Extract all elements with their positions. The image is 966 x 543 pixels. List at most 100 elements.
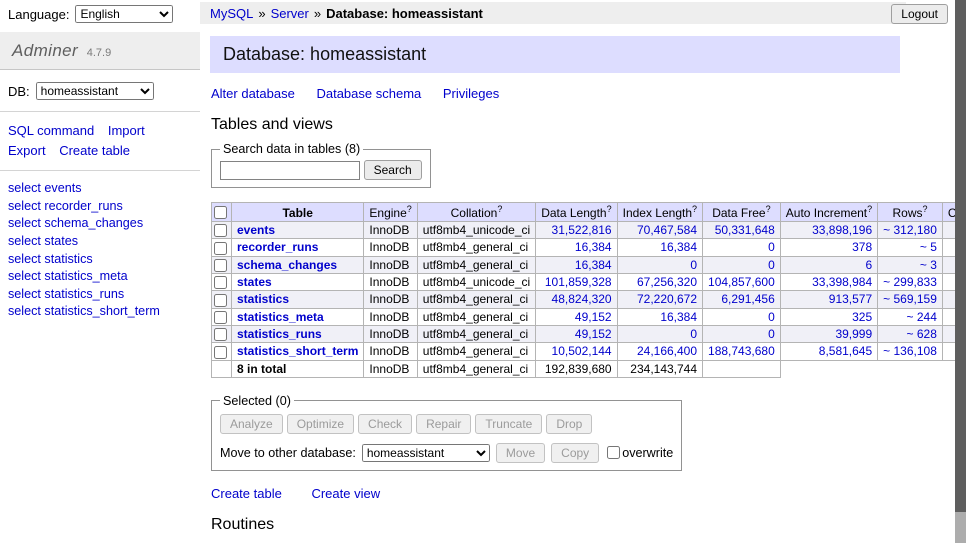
row-checkbox[interactable]: [214, 346, 227, 359]
collation-cell: utf8mb4_general_ci: [417, 343, 535, 360]
total-data-length: 192,839,680: [536, 360, 617, 377]
rows-cell: ~ 628: [878, 325, 943, 342]
rows-cell: ~ 312,180: [878, 222, 943, 239]
rows-count-link[interactable]: ~ 136,108: [883, 344, 937, 358]
rows-count-link[interactable]: ~ 312,180: [883, 223, 937, 237]
import-link[interactable]: Import: [108, 123, 145, 138]
sidebar-table-link[interactable]: select statistics: [8, 251, 192, 269]
create-table-link[interactable]: Create table: [59, 143, 130, 158]
engine-cell: InnoDB: [364, 256, 417, 273]
move-button[interactable]: Move: [496, 443, 545, 463]
optimize-button[interactable]: Optimize: [287, 414, 354, 434]
auto-increment-cell: 39,999: [780, 325, 877, 342]
rows-count-link[interactable]: ~ 628: [907, 327, 937, 341]
table-name-link[interactable]: statistics_runs: [237, 327, 322, 341]
row-check-cell: [212, 273, 232, 290]
collation-cell: utf8mb4_general_ci: [417, 308, 535, 325]
search-input[interactable]: [220, 161, 360, 180]
breadcrumb-mysql-link[interactable]: MySQL: [210, 6, 253, 21]
rows-count-link[interactable]: ~ 3: [920, 258, 937, 272]
database-schema-link[interactable]: Database schema: [316, 86, 421, 101]
sidebar-table-link[interactable]: select events: [8, 180, 192, 198]
data-length-cell: 101,859,328: [536, 273, 617, 290]
repair-button[interactable]: Repair: [416, 414, 471, 434]
index-length-cell: 70,467,584: [617, 222, 702, 239]
rows-cell: ~ 299,833: [878, 273, 943, 290]
select-all-cell: [212, 203, 232, 222]
table-name-link[interactable]: statistics_short_term: [237, 344, 358, 358]
language-select[interactable]: English: [75, 5, 173, 23]
sidebar-table-link[interactable]: select schema_changes: [8, 215, 192, 233]
copy-button[interactable]: Copy: [551, 443, 599, 463]
data-length-cell: 16,384: [536, 256, 617, 273]
collation-cell: utf8mb4_general_ci: [417, 239, 535, 256]
auto-increment-cell: 378: [780, 239, 877, 256]
overwrite-label[interactable]: overwrite: [622, 446, 673, 460]
table-name-link[interactable]: schema_changes: [237, 258, 337, 272]
analyze-button[interactable]: Analyze: [220, 414, 283, 434]
row-check-cell: [212, 291, 232, 308]
row-checkbox[interactable]: [214, 311, 227, 324]
overwrite-checkbox[interactable]: [607, 446, 620, 459]
row-checkbox[interactable]: [214, 242, 227, 255]
db-selector-row: DB: homeassistant: [0, 70, 200, 112]
table-row: events InnoDB utf8mb4_unicode_ci 31,522,…: [212, 222, 966, 239]
export-link[interactable]: Export: [8, 143, 46, 158]
check-button[interactable]: Check: [358, 414, 412, 434]
row-checkbox[interactable]: [214, 224, 227, 237]
auto-increment-cell: 33,398,984: [780, 273, 877, 290]
sidebar-actions: SQL command Import Export Create table: [0, 112, 200, 171]
move-db-select[interactable]: homeassistant: [362, 444, 490, 462]
language-label: Language:: [8, 7, 69, 22]
table-name-link[interactable]: statistics: [237, 292, 289, 306]
adminer-logo[interactable]: Adminer: [12, 41, 78, 60]
select-all-checkbox[interactable]: [214, 206, 227, 219]
scrollbar-thumb[interactable]: [955, 0, 966, 512]
col-header-engine: Engine?: [364, 203, 417, 222]
row-checkbox[interactable]: [214, 328, 227, 341]
main-content: Database: homeassistant Alter database D…: [210, 36, 910, 543]
col-header-table: Table: [232, 203, 364, 222]
rows-count-link[interactable]: ~ 244: [907, 310, 937, 324]
data-free-cell: 50,331,648: [703, 222, 781, 239]
create-view-link[interactable]: Create view: [311, 486, 380, 501]
tables-heading: Tables and views: [211, 116, 910, 134]
breadcrumb-server-link[interactable]: Server: [271, 6, 309, 21]
row-checkbox[interactable]: [214, 294, 227, 307]
rows-count-link[interactable]: ~ 5: [920, 240, 937, 254]
engine-cell: InnoDB: [364, 308, 417, 325]
table-name-link[interactable]: events: [237, 223, 275, 237]
table-name-link[interactable]: recorder_runs: [237, 240, 318, 254]
move-row: Move to other database: homeassistant Mo…: [220, 443, 673, 463]
row-check-cell: [212, 343, 232, 360]
search-button[interactable]: Search: [364, 160, 422, 180]
sidebar-table-link[interactable]: select statistics_runs: [8, 286, 192, 304]
table-row: recorder_runs InnoDB utf8mb4_general_ci …: [212, 239, 966, 256]
breadcrumb: MySQL » Server » Database: homeassistant: [200, 2, 906, 24]
db-select[interactable]: homeassistant: [36, 82, 154, 100]
sidebar-table-link[interactable]: select statistics_short_term: [8, 303, 192, 321]
table-name-link[interactable]: states: [237, 275, 272, 289]
data-free-cell: 0: [703, 256, 781, 273]
rows-count-link[interactable]: ~ 299,833: [883, 275, 937, 289]
drop-button[interactable]: Drop: [546, 414, 592, 434]
logout-button[interactable]: Logout: [891, 4, 948, 24]
index-length-cell: 0: [617, 256, 702, 273]
vertical-scrollbar[interactable]: [955, 0, 966, 543]
index-length-cell: 16,384: [617, 308, 702, 325]
col-header-rows: Rows?: [878, 203, 943, 222]
auto-increment-cell: 8,581,645: [780, 343, 877, 360]
sidebar-table-link[interactable]: select statistics_meta: [8, 268, 192, 286]
sidebar-table-link[interactable]: select states: [8, 233, 192, 251]
engine-cell: InnoDB: [364, 273, 417, 290]
alter-database-link[interactable]: Alter database: [211, 86, 295, 101]
privileges-link[interactable]: Privileges: [443, 86, 499, 101]
rows-count-link[interactable]: ~ 569,159: [883, 292, 937, 306]
truncate-button[interactable]: Truncate: [475, 414, 542, 434]
row-checkbox[interactable]: [214, 259, 227, 272]
sidebar-table-link[interactable]: select recorder_runs: [8, 198, 192, 216]
create-table-link-main[interactable]: Create table: [211, 486, 282, 501]
table-name-link[interactable]: statistics_meta: [237, 310, 324, 324]
row-checkbox[interactable]: [214, 276, 227, 289]
sql-command-link[interactable]: SQL command: [8, 123, 94, 138]
